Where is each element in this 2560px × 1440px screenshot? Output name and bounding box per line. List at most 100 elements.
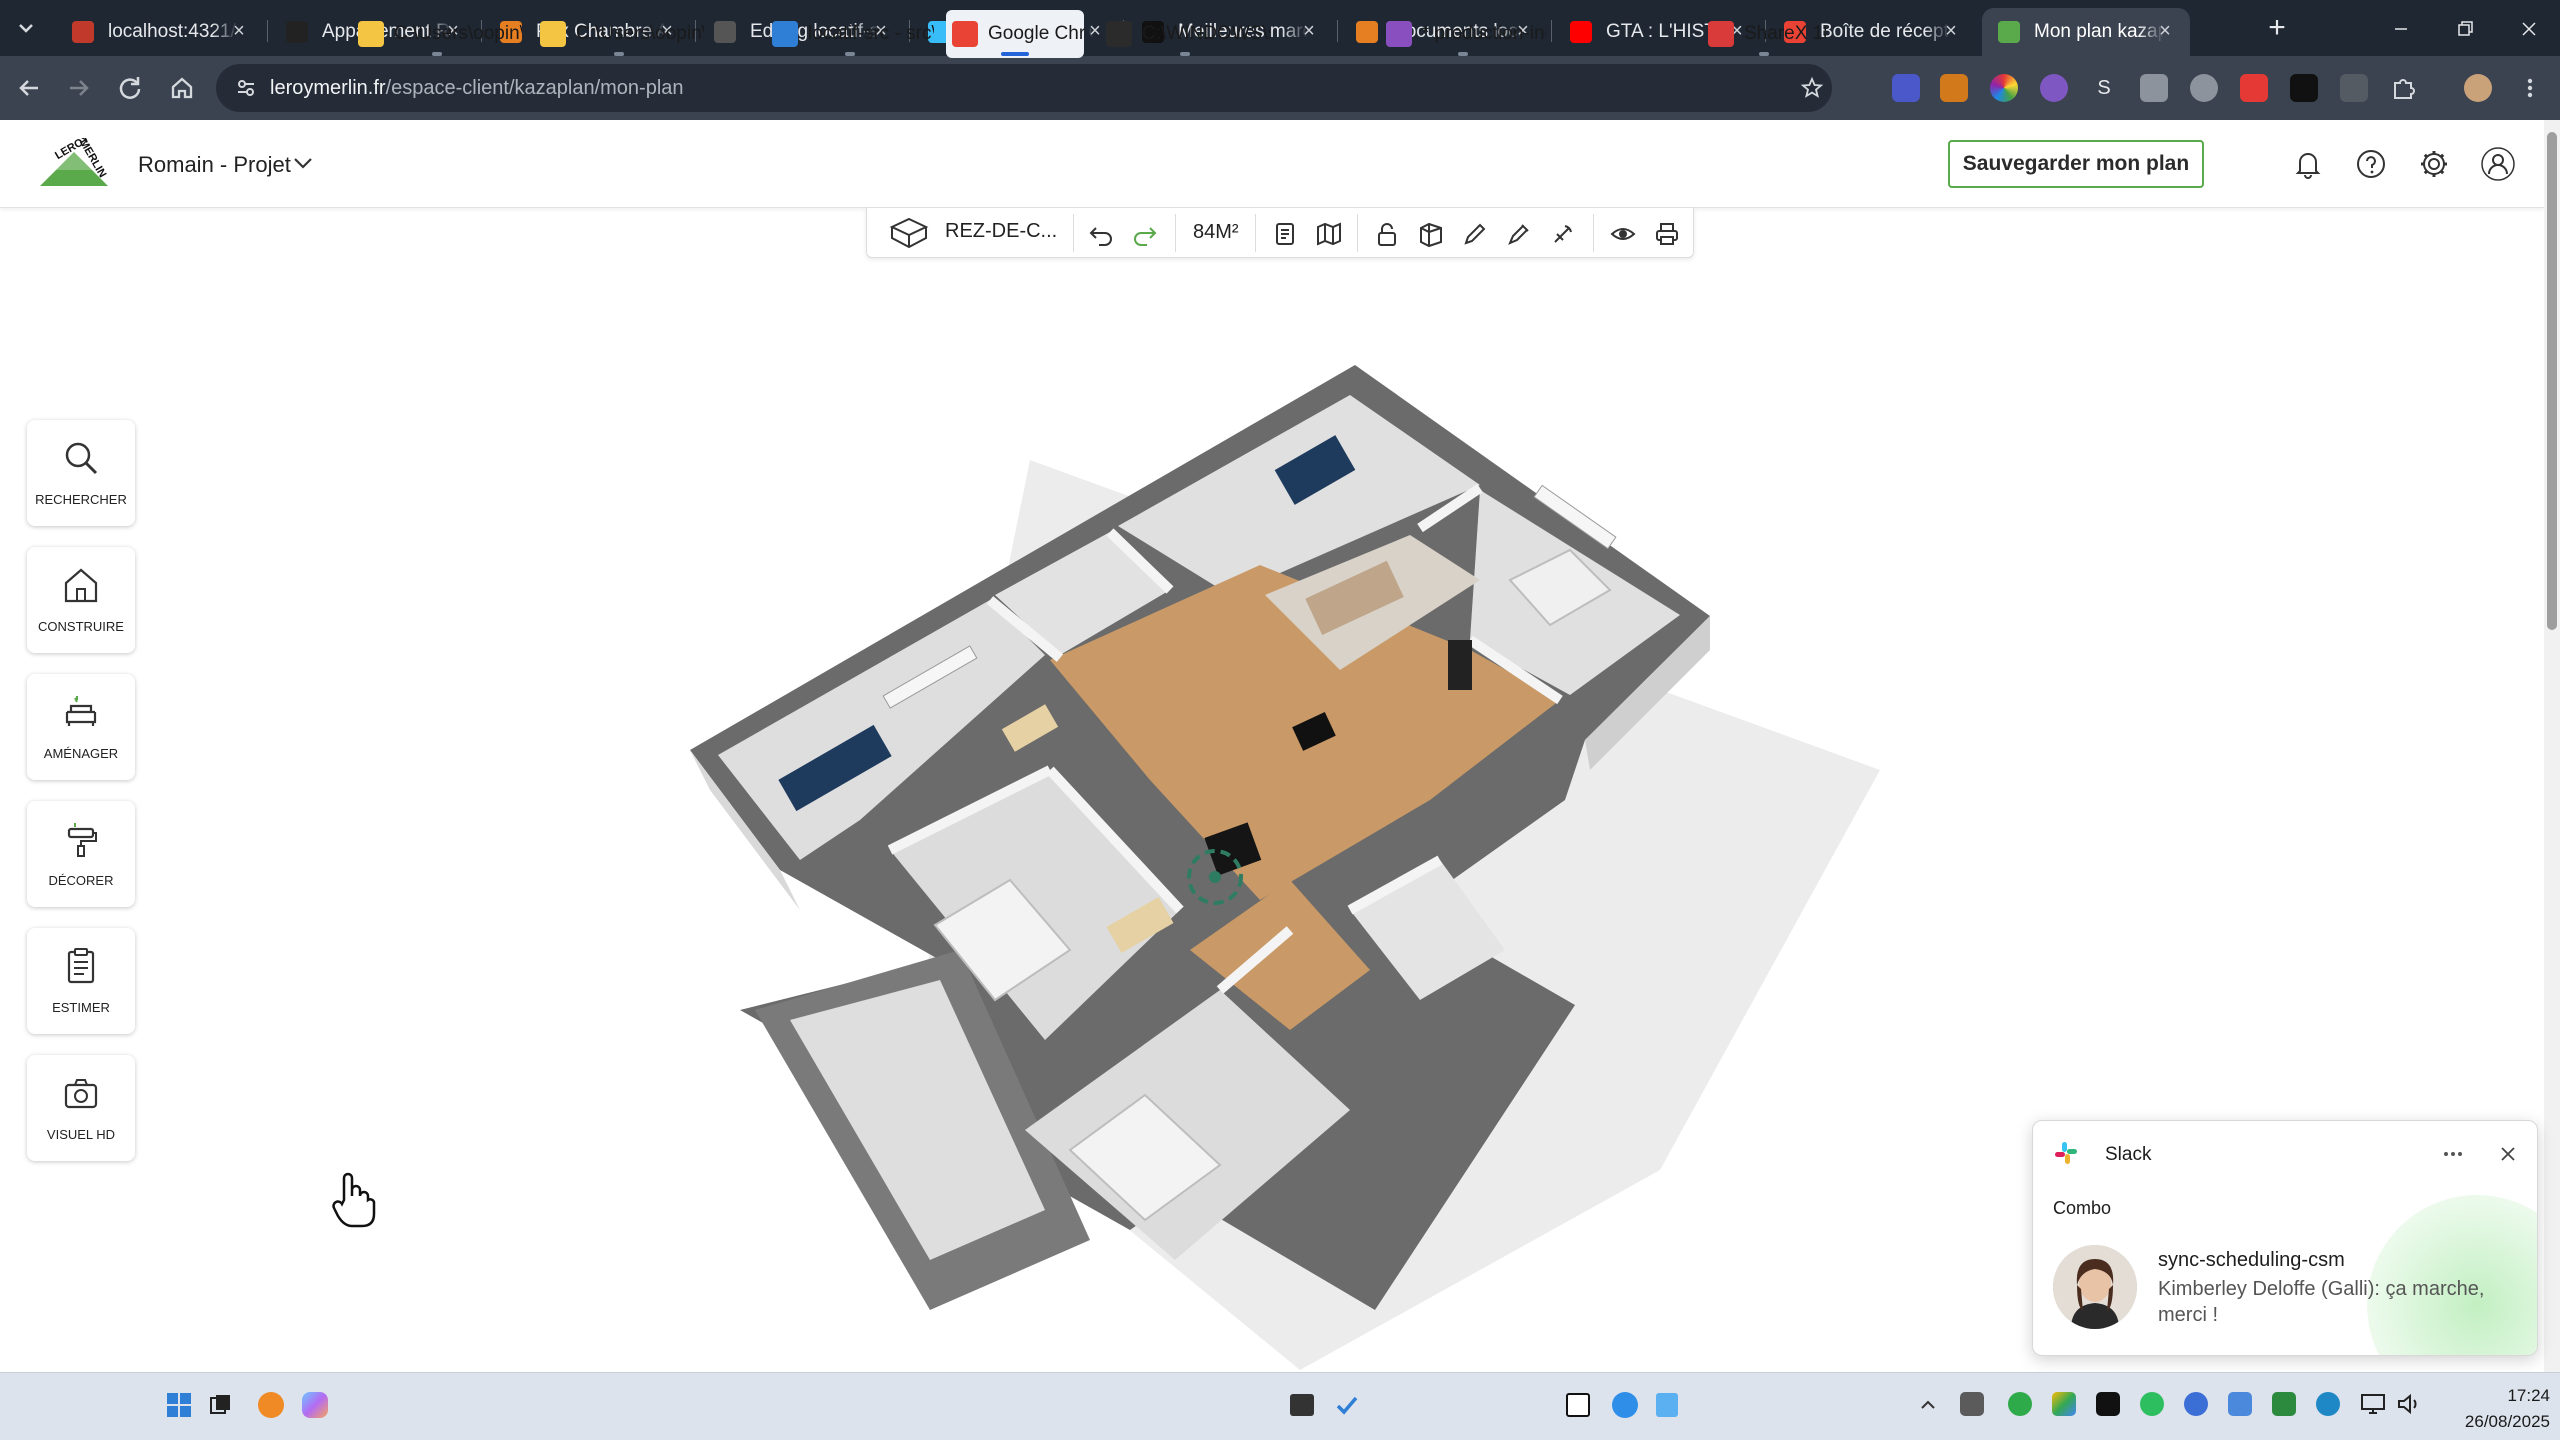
pencil-icon[interactable]: [1461, 220, 1489, 248]
slack-notification-toast[interactable]: Slack Combo sync-scheduling-csm Kimberle…: [2032, 1120, 2538, 1356]
tray-drive-icon[interactable]: [2052, 1392, 2076, 1416]
help-icon[interactable]: [2353, 146, 2389, 182]
taskbar-item[interactable]: * production-inci: [1380, 10, 1546, 58]
profile-avatar[interactable]: [2464, 74, 2492, 102]
redo-icon[interactable]: [1131, 220, 1159, 248]
project-chevron-down-icon[interactable]: [290, 150, 316, 176]
taskbar-item[interactable]: C:\WINDOWS\sys: [1100, 10, 1270, 58]
clock-date[interactable]: 26/08/2025: [2440, 1412, 2550, 1432]
decorate-tool-button[interactable]: DÉCORER: [27, 801, 135, 907]
browser-tab[interactable]: Mon plan kazap ×: [1982, 8, 2190, 56]
map-icon[interactable]: [1315, 220, 1343, 248]
tray-green-box-icon[interactable]: [2272, 1392, 2296, 1416]
settings-gear-icon[interactable]: [2416, 146, 2452, 182]
browser-tab[interactable]: localhost:4321/r ×: [56, 8, 264, 56]
tray-display-icon[interactable]: [2360, 1392, 2386, 1416]
taskbar-item[interactable]: Google Chro: [946, 10, 1084, 58]
window-close-button[interactable]: [2514, 14, 2544, 44]
taskbar-search-app-icon[interactable]: [258, 1392, 284, 1418]
tray-card-icon[interactable]: [2228, 1392, 2252, 1416]
level-selector[interactable]: REZ-DE-C...: [945, 220, 1057, 243]
toast-more-options-icon[interactable]: [2437, 1141, 2469, 1167]
tab-separator: [267, 20, 268, 42]
tray-app-1-icon[interactable]: [1960, 1392, 1984, 1416]
page-vertical-scrollbar[interactable]: [2544, 120, 2560, 1372]
notifications-bell-icon[interactable]: [2290, 146, 2326, 182]
document-icon[interactable]: [1271, 220, 1299, 248]
extension-color-wheel-icon[interactable]: [1990, 74, 2018, 102]
furnish-tool-button[interactable]: AMÉNAGER: [27, 674, 135, 780]
surface-area-display[interactable]: 84M²: [1193, 221, 1239, 244]
taskbar-terminal-icon[interactable]: [1290, 1394, 1314, 1416]
taskbar-item[interactable]: C:\Users\oopin\Pi: [352, 10, 522, 58]
taskbar-file-app-icon[interactable]: [1656, 1393, 1678, 1417]
tray-check-icon[interactable]: [2008, 1392, 2032, 1416]
3d-floor-plan-viewport[interactable]: [650, 350, 1950, 1370]
taskbar-item[interactable]: locatif-src - src\pa: [766, 10, 934, 58]
clock-time[interactable]: 17:24: [2470, 1386, 2550, 1406]
user-account-icon[interactable]: [2480, 146, 2516, 182]
extension-a-icon[interactable]: [2290, 74, 2318, 102]
measure-tool-icon[interactable]: [1549, 220, 1577, 248]
home-button[interactable]: [164, 70, 200, 106]
extension-s-icon[interactable]: S: [2090, 74, 2118, 102]
leroy-merlin-logo[interactable]: LEROY MERLIN: [38, 132, 110, 188]
forward-button[interactable]: [60, 70, 96, 106]
extensions-puzzle-icon[interactable]: [2390, 74, 2418, 102]
toast-channel-name: sync-scheduling-csm: [2158, 1249, 2345, 1271]
hd-visual-tool-button[interactable]: VISUEL HD: [27, 1055, 135, 1161]
taskbar-item-icon: [358, 21, 384, 47]
task-view-icon[interactable]: [208, 1393, 232, 1417]
browser-menu-icon[interactable]: [2516, 74, 2544, 102]
search-tool-button[interactable]: RECHERCHER: [27, 420, 135, 526]
tab-search-chevron-icon[interactable]: [14, 16, 38, 40]
window-restore-button[interactable]: [2450, 14, 2480, 44]
estimate-tool-button[interactable]: ESTIMER: [27, 928, 135, 1034]
toast-close-icon[interactable]: [2495, 1141, 2521, 1167]
eye-view-icon[interactable]: [1609, 220, 1637, 248]
save-plan-button[interactable]: Sauvegarder mon plan: [1948, 140, 2204, 188]
taskbar-item[interactable]: ShareX 18.0: [1702, 10, 1826, 58]
taskbar-blue-app-icon[interactable]: [1612, 1392, 1638, 1418]
reload-button[interactable]: [112, 70, 148, 106]
unlock-icon[interactable]: [1373, 220, 1401, 248]
extension-orange-icon[interactable]: [1940, 74, 1968, 102]
taskbar-todo-check-icon[interactable]: [1334, 1392, 1360, 1418]
tray-dropbox-icon[interactable]: [2096, 1392, 2120, 1416]
eyedropper-icon[interactable]: [1505, 220, 1533, 248]
tray-globe-icon[interactable]: [2184, 1392, 2208, 1416]
extension-circle-icon[interactable]: [2190, 74, 2218, 102]
taskbar-item-icon: [1106, 21, 1132, 47]
tray-shield-icon[interactable]: [2316, 1392, 2340, 1416]
taskbar-item[interactable]: C:\Users\oopin\D: [534, 10, 704, 58]
window-minimize-button[interactable]: [2386, 14, 2416, 44]
tab-close-icon[interactable]: ×: [228, 20, 250, 42]
back-button[interactable]: [12, 70, 48, 106]
address-bar[interactable]: leroymerlin.fr/espace-client/kazaplan/mo…: [216, 64, 1832, 112]
site-info-icon[interactable]: [234, 76, 258, 100]
bookmark-star-icon[interactable]: [1800, 76, 1824, 100]
plan-toolbar: REZ-DE-C... 84M²: [866, 208, 1694, 258]
tray-volume-icon[interactable]: [2396, 1392, 2422, 1416]
extension-gear-purple-icon[interactable]: [2040, 74, 2068, 102]
tray-overflow-chevron-icon[interactable]: [1918, 1396, 1938, 1414]
build-tool-button[interactable]: CONSTRUIRE: [27, 547, 135, 653]
tab-close-icon[interactable]: ×: [1298, 20, 1320, 42]
taskbar-copilot-icon[interactable]: [302, 1392, 328, 1418]
tab-close-icon[interactable]: ×: [1940, 20, 1962, 42]
start-windows-icon[interactable]: [166, 1392, 192, 1418]
level-cube-icon[interactable]: [889, 216, 929, 250]
taskbar-notion-icon[interactable]: [1566, 1393, 1590, 1417]
walls-3d-icon[interactable]: [1417, 220, 1445, 248]
tab-close-icon[interactable]: ×: [2154, 20, 2176, 42]
tray-evernote-icon[interactable]: [2140, 1392, 2164, 1416]
extension-shield-icon[interactable]: [1892, 74, 1920, 102]
undo-icon[interactable]: [1087, 220, 1115, 248]
scrollbar-thumb[interactable]: [2547, 132, 2557, 630]
extension-gift-icon[interactable]: [2340, 74, 2368, 102]
project-name[interactable]: Romain - Projet: [138, 152, 291, 178]
new-tab-button[interactable]: +: [2262, 13, 2292, 44]
print-icon[interactable]: [1653, 220, 1681, 248]
extension-db-icon[interactable]: [2140, 74, 2168, 102]
extension-red-icon[interactable]: [2240, 74, 2268, 102]
